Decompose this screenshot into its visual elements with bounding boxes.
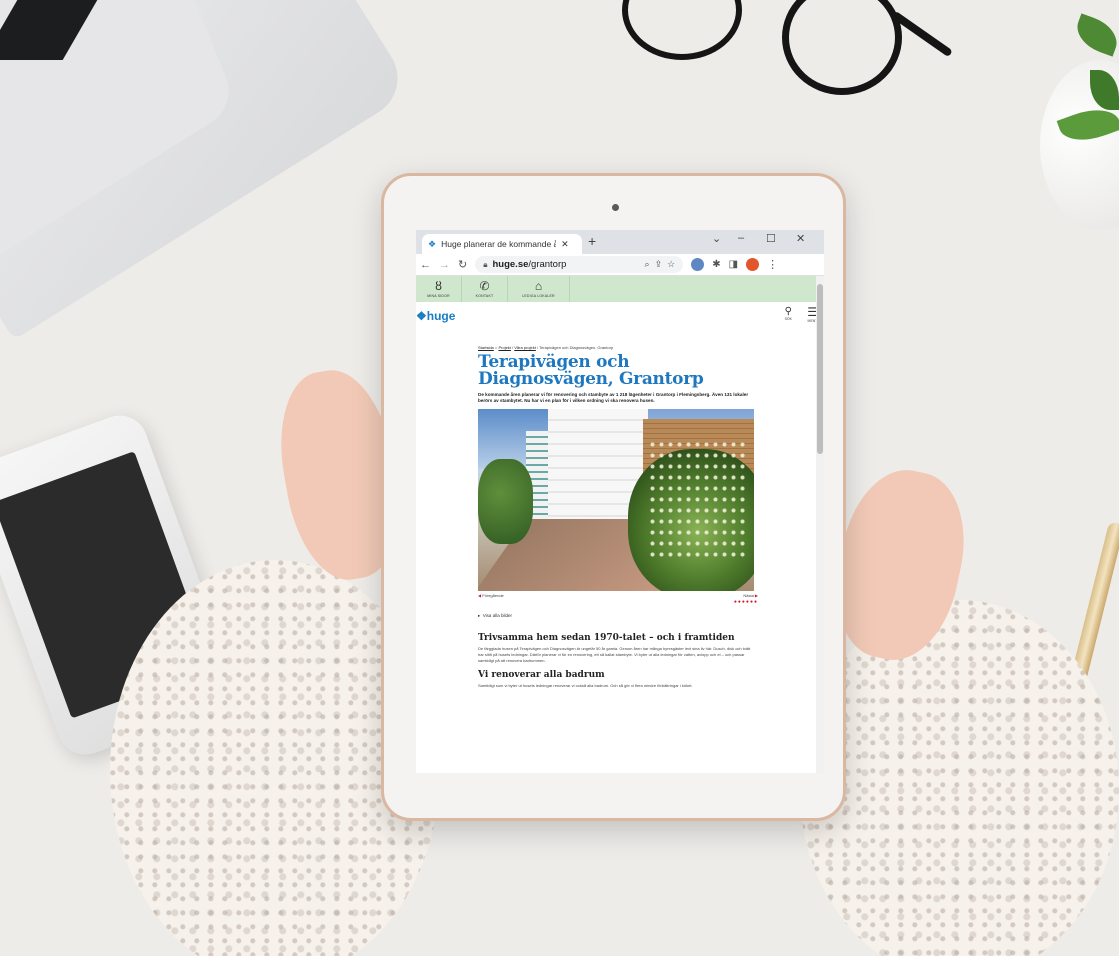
tablet: ❖ Huge planerar de kommande år... ✕ + ⌄ … <box>381 173 846 821</box>
search-button[interactable]: ⚲ SÖK <box>785 306 792 321</box>
eyeglasses <box>612 0 953 120</box>
section-body: Samtidigt som vi byter ut husets ledning… <box>478 683 693 688</box>
site-header: ❖huge ⚲ SÖK ☰ MENY <box>416 302 824 328</box>
breadcrumb: Startsida ⌂ Projekt / Våra projekt / Ter… <box>478 345 614 350</box>
browser-tabstrip: ❖ Huge planerar de kommande år... ✕ + ⌄ … <box>416 230 824 254</box>
photo-pagination-dots[interactable]: ●●●●●● <box>478 599 758 605</box>
address-bar[interactable]: 🔒︎ huge.se/grantorp ⌕ ⇪ ☆ <box>475 256 684 273</box>
scrollbar-thumb[interactable] <box>817 284 823 454</box>
breadcrumb-current: / Terapivägen och Diagnosvägen, Grantorp <box>536 345 614 350</box>
lock-icon: 🔒︎ <box>483 259 488 269</box>
page-title: Terapivägen och Diagnosvägen, Grantorp <box>478 352 704 389</box>
show-all-images-link[interactable]: ▸ Visa alla bilder <box>478 613 758 619</box>
page-scrollbar[interactable] <box>816 276 824 773</box>
search-icon: ⚲ <box>784 306 792 317</box>
arrow-left-icon: ◀ <box>478 593 482 598</box>
person-icon: ȣ <box>435 279 442 293</box>
side-panel-icon[interactable]: ◨ <box>729 259 738 270</box>
section-heading: Vi renoverar alla badrum <box>478 670 605 680</box>
photo-prev-button[interactable]: ◀ Föregående <box>478 593 504 598</box>
photo-flowers <box>648 439 748 559</box>
eyeglasses-lens-right <box>782 0 902 95</box>
phone-icon: ✆ <box>479 279 490 293</box>
huge-favicon-icon: ❖ <box>428 238 437 249</box>
url-text: huge.se/grantorp <box>492 259 567 270</box>
reload-icon[interactable]: ↻ <box>458 258 467 271</box>
browser-tab[interactable]: ❖ Huge planerar de kommande år... ✕ <box>422 234 582 254</box>
topbar-kontakt[interactable]: ✆ KONTAKT <box>462 276 508 302</box>
huge-logo[interactable]: ❖huge <box>416 309 455 323</box>
new-tab-button[interactable]: + <box>588 233 596 249</box>
plant-leaf <box>1071 13 1119 57</box>
bookmark-star-icon[interactable]: ☆ <box>667 259 675 270</box>
photo-next-button[interactable]: Nästa ▶ <box>743 593 758 598</box>
tablet-screen: ❖ Huge planerar de kommande år... ✕ + ⌄ … <box>416 230 824 773</box>
breadcrumb-start[interactable]: Startsida <box>478 345 494 350</box>
extension-icon[interactable] <box>691 258 705 271</box>
tab-title: Huge planerar de kommande år... <box>441 239 557 249</box>
section-body: De färggladа husen på Terapivägen och Di… <box>478 646 751 663</box>
window-close-button[interactable]: ✕ <box>796 232 805 245</box>
article-photo[interactable] <box>478 409 754 591</box>
zoom-icon[interactable]: ⌕ <box>645 259 650 270</box>
breadcrumb-vara-projekt[interactable]: Våra projekt <box>514 345 536 350</box>
breadcrumb-projekt[interactable]: Projekt <box>498 345 510 350</box>
article-lead: De kommande åren planerar vi för renover… <box>478 392 749 403</box>
home-icon: ⌂ <box>494 345 498 350</box>
forward-arrow-icon[interactable]: → <box>439 259 450 271</box>
arrow-right-icon: ▶ <box>754 593 758 598</box>
browser-toolbar: ← → ↻ 🔒︎ huge.se/grantorp ⌕ ⇪ ☆ ✱ ◨ ⋮ <box>416 254 824 276</box>
photo-navigation: ◀ Föregående Nästa ▶ <box>478 593 758 598</box>
section-heading: Trivsamma hem sedan 1970-talet – och i f… <box>478 633 735 643</box>
tab-close-icon[interactable]: ✕ <box>561 239 569 250</box>
tab-search-chevron-icon[interactable]: ⌄ <box>712 232 721 245</box>
profile-avatar[interactable] <box>746 258 760 271</box>
topbar-mina-sidor[interactable]: ȣ MINA SIDOR <box>416 276 462 302</box>
back-arrow-icon[interactable]: ← <box>420 259 431 271</box>
share-icon[interactable]: ⇪ <box>655 259 663 270</box>
eyeglasses-lens-left <box>622 0 742 60</box>
site-topbar: ȣ MINA SIDOR ✆ KONTAKT ⌂ LEDIGA LOKALER <box>416 276 824 302</box>
window-minimize-button[interactable]: – <box>738 232 744 244</box>
topbar-lediga-lokaler[interactable]: ⌂ LEDIGA LOKALER <box>508 276 570 302</box>
photo-trees <box>478 459 533 544</box>
house-icon: ⌂ <box>534 279 543 293</box>
right-sleeve <box>800 600 1119 956</box>
article: Startsida ⌂ Projekt / Våra projekt / Ter… <box>478 345 758 689</box>
tablet-camera <box>612 204 619 211</box>
browser-menu-icon[interactable]: ⋮ <box>767 258 778 271</box>
window-maximize-button[interactable]: ☐ <box>766 232 776 245</box>
puzzle-extensions-icon[interactable]: ✱ <box>712 259 720 270</box>
